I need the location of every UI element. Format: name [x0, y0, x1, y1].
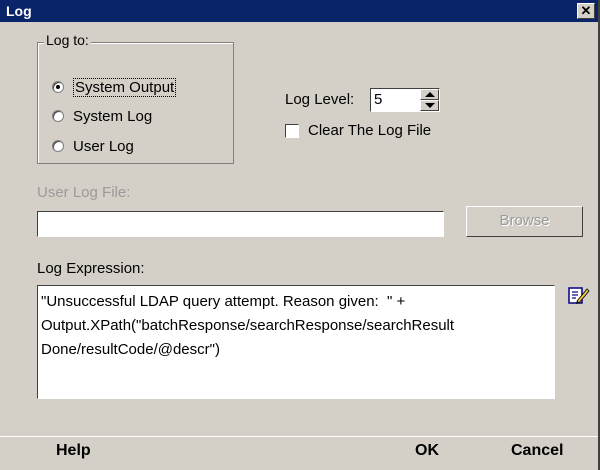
log-level-stepper[interactable] [420, 89, 439, 111]
close-icon: ✕ [580, 3, 592, 18]
radio-button[interactable] [52, 110, 64, 122]
radio-label-system-output: System Output [73, 77, 177, 97]
arrow-down-icon [425, 103, 435, 108]
user-log-file-input[interactable] [37, 211, 444, 237]
log-level-label: Log Level: [285, 91, 355, 108]
spin-up-button[interactable] [420, 89, 439, 100]
log-level-value: 5 [374, 91, 383, 108]
radio-system-output[interactable]: System Output [52, 77, 177, 97]
close-button[interactable]: ✕ [577, 3, 595, 19]
radio-button[interactable] [52, 140, 64, 152]
clear-log-checkbox[interactable] [285, 124, 299, 138]
log-to-legend: Log to: [44, 32, 91, 48]
edit-pencil-icon[interactable] [568, 286, 590, 306]
ok-button[interactable]: OK [415, 442, 439, 460]
log-dialog: Log ✕ Log to: System Output System Log U… [0, 0, 600, 470]
clear-log-label[interactable]: Clear The Log File [308, 122, 431, 139]
user-log-file-label: User Log File: [37, 184, 131, 201]
help-button[interactable]: Help [56, 442, 91, 460]
window-title: Log [6, 3, 32, 19]
arrow-up-icon [425, 92, 435, 97]
title-bar[interactable]: Log ✕ [0, 0, 600, 22]
radio-user-log[interactable]: User Log [52, 136, 134, 156]
cancel-button[interactable]: Cancel [511, 442, 563, 460]
radio-label-user-log: User Log [73, 137, 134, 155]
browse-button[interactable]: Browse [466, 206, 583, 237]
spin-down-button[interactable] [420, 100, 439, 111]
radio-system-log[interactable]: System Log [52, 106, 152, 126]
radio-label-system-log: System Log [73, 107, 153, 125]
radio-button-checked[interactable] [52, 81, 64, 93]
log-expression-label: Log Expression: [37, 260, 145, 277]
log-expression-textarea[interactable]: "Unsuccessful LDAP query attempt. Reason… [37, 285, 555, 399]
